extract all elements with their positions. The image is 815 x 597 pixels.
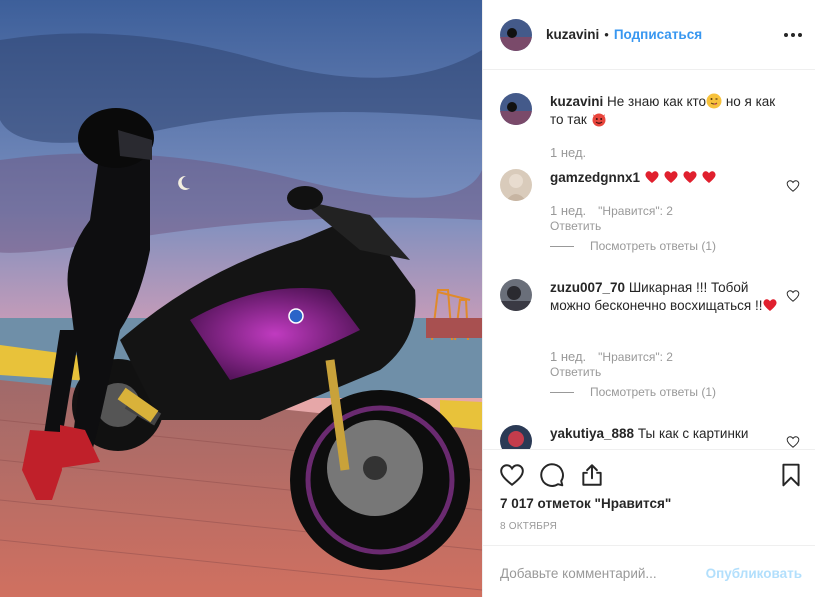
- comment-like-heart-icon[interactable]: [786, 435, 800, 449]
- likes-count[interactable]: 7 017 отметок "Нравится": [500, 496, 671, 511]
- caption-age-text: 1 нед.: [550, 145, 587, 160]
- post-header: kuzavini • Подписаться: [483, 0, 815, 70]
- red-heart-emoji-icon: [763, 299, 778, 311]
- comment-text: yakutiya_888 Ты как с картинки: [550, 425, 786, 443]
- comment-input[interactable]: Добавьте комментарий...: [500, 566, 657, 581]
- comment-age: 1 нед.: [550, 349, 587, 364]
- comment-meta: 1 нед. "Нравится": 2: [550, 349, 673, 364]
- separator-dot: •: [604, 27, 609, 42]
- share-icon[interactable]: [579, 462, 605, 488]
- follow-button[interactable]: Подписаться: [614, 27, 702, 42]
- caption-text: kuzavini Не знаю как кто но я как то так: [550, 93, 786, 129]
- post-date: 8 ОКТЯБРЯ: [500, 521, 558, 532]
- caption-text-part1: Не знаю как кто: [607, 94, 707, 109]
- comment-body: Ты как с картинки: [637, 426, 749, 441]
- heart-icon[interactable]: [499, 462, 525, 488]
- caption-age: 1 нед.: [550, 145, 586, 160]
- comment-age: 1 нед.: [550, 203, 587, 218]
- caption-avatar[interactable]: [500, 93, 532, 125]
- add-comment-bar: Добавьте комментарий... Опубликовать: [483, 545, 815, 597]
- post-photo[interactable]: [0, 0, 482, 597]
- more-icon[interactable]: [784, 26, 802, 44]
- comment-text: gamzedgnnx1: [550, 169, 786, 187]
- view-replies-button[interactable]: Посмотреть ответы (1): [550, 385, 716, 399]
- commenter-avatar[interactable]: [500, 425, 532, 449]
- comments-list[interactable]: kuzavini Не знаю как кто но я как то так…: [483, 71, 815, 449]
- comment-likes[interactable]: "Нравится": 2: [598, 204, 673, 218]
- post-actions: 7 017 отметок "Нравится" 8 ОКТЯБРЯ: [483, 449, 815, 545]
- view-replies-button[interactable]: Посмотреть ответы (1): [550, 239, 716, 253]
- comment-icon[interactable]: [539, 462, 565, 488]
- post-sidebar: kuzavini • Подписаться kuzavini Не знаю …: [482, 0, 815, 597]
- reply-button[interactable]: Ответить: [550, 365, 601, 379]
- publish-button[interactable]: Опубликовать: [706, 566, 802, 581]
- comment-text: zuzu007_70 Шикарная !!! Тобой можно беск…: [550, 279, 786, 315]
- red-hearts-emoji-icon: [645, 171, 716, 183]
- smiling-devil-emoji-icon: [592, 113, 605, 127]
- commenter-username[interactable]: zuzu007_70: [550, 280, 625, 295]
- divider-line: [550, 391, 574, 393]
- winking-tongue-emoji-icon: [706, 93, 722, 109]
- caption-username[interactable]: kuzavini: [550, 94, 603, 109]
- view-replies-label[interactable]: Посмотреть ответы (1): [590, 385, 716, 399]
- commenter-username[interactable]: gamzedgnnx1: [550, 170, 640, 185]
- author-avatar[interactable]: [500, 18, 532, 51]
- view-replies-label[interactable]: Посмотреть ответы (1): [590, 239, 716, 253]
- comment-like-heart-icon[interactable]: [786, 179, 800, 193]
- comment-meta: 1 нед. "Нравится": 2: [550, 203, 673, 218]
- comment-like-heart-icon[interactable]: [786, 289, 800, 303]
- commenter-avatar[interactable]: [500, 279, 532, 311]
- divider-line: [550, 245, 574, 247]
- author-username[interactable]: kuzavini: [546, 27, 599, 42]
- commenter-avatar[interactable]: [500, 169, 532, 201]
- motorcycle-photo: [0, 0, 482, 597]
- bookmark-icon[interactable]: [778, 462, 804, 488]
- commenter-username[interactable]: yakutiya_888: [550, 426, 634, 441]
- reply-button[interactable]: Ответить: [550, 219, 601, 233]
- comment-likes[interactable]: "Нравится": 2: [598, 350, 673, 364]
